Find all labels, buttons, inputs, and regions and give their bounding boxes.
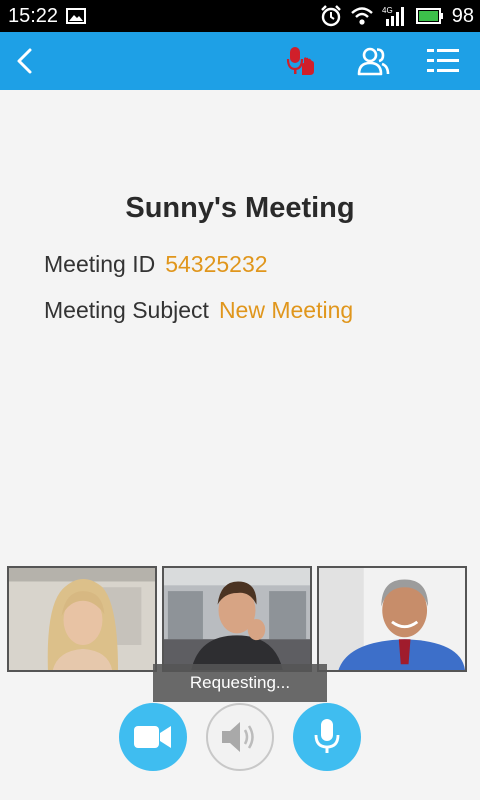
app-toolbar [0,32,480,90]
speaker-toggle-button[interactable] [206,703,274,771]
requesting-toast: Requesting... [153,664,327,702]
meeting-id-label: Meeting ID [44,251,156,277]
participant-video-1[interactable] [7,566,157,672]
back-button[interactable] [8,43,44,79]
menu-icon [427,49,459,72]
speaker-icon [222,722,254,752]
video-toggle-button[interactable] [119,703,187,771]
alarm-icon [320,5,341,27]
participant-3-image [319,568,465,670]
meeting-subject-label: Meeting Subject [44,297,209,323]
meeting-title: Sunny's Meeting [125,192,355,224]
signal-icon: 4G [382,6,404,26]
meeting-subject-row: Meeting Subject New Meeting [44,297,353,324]
participants-icon [357,47,390,76]
status-bar: 15:22 4G 98 [0,0,480,32]
meeting-id-value: 54325232 [165,251,268,277]
microphone-icon [314,719,340,753]
image-icon [66,8,86,24]
wifi-icon [350,7,373,25]
meeting-subject-value: New Meeting [218,297,354,323]
svg-text:4G: 4G [382,6,393,15]
participant-2-image [164,568,310,670]
status-time: 15:22 [8,5,59,27]
battery-level: 98 [451,4,474,27]
raise-hand-icon [286,47,314,75]
participant-video-3[interactable] [317,566,467,672]
status-icons: 4G 98 [320,4,474,28]
menu-button[interactable] [425,43,461,79]
video-camera-icon [134,726,171,748]
participants-button[interactable] [355,43,391,79]
battery-icon [415,8,443,24]
raise-hand-button[interactable] [283,43,319,79]
participant-1-image [9,568,155,670]
back-arrow-icon [17,48,32,74]
meeting-id-row: Meeting ID 54325232 [44,251,268,278]
microphone-toggle-button[interactable] [293,703,361,771]
participant-video-2[interactable] [162,566,312,672]
